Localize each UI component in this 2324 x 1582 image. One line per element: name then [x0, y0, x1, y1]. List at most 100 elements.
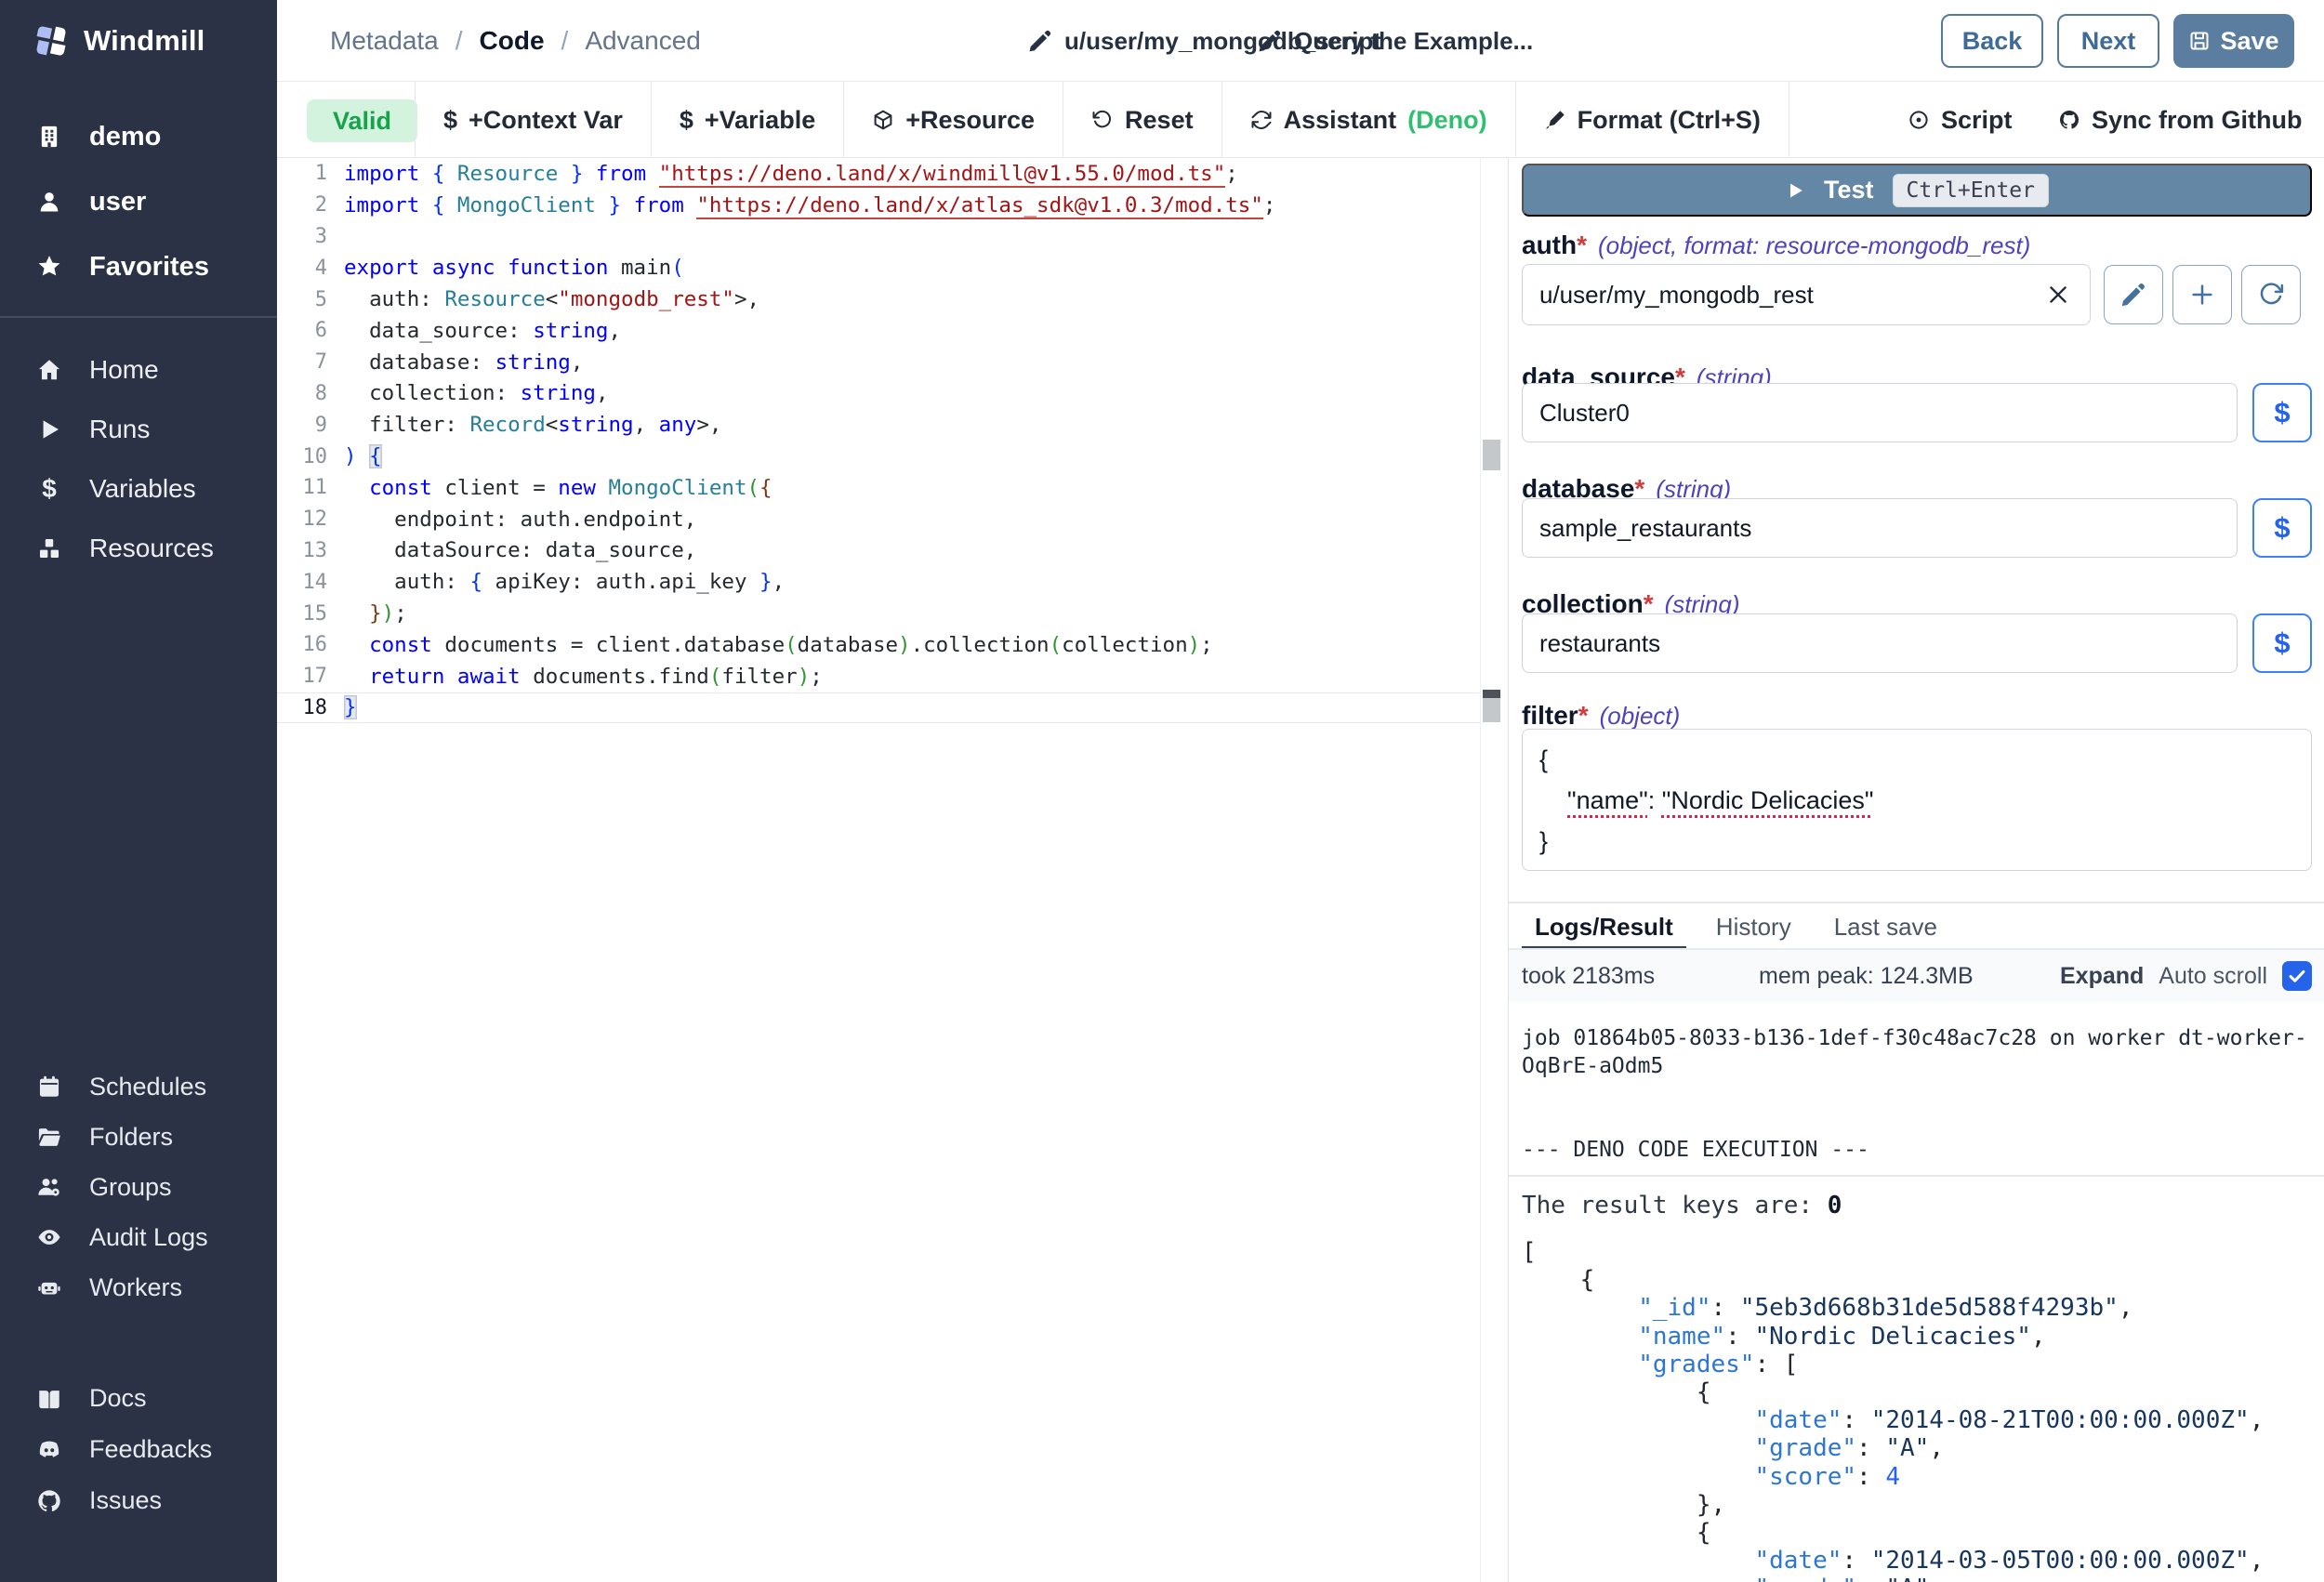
- data-source-var-picker-button[interactable]: $: [2252, 383, 2312, 442]
- data-source-value: Cluster0: [1539, 399, 2220, 428]
- editor-scrollbar[interactable]: [1480, 158, 1504, 1582]
- refresh-resource-button[interactable]: [2241, 265, 2301, 324]
- context-var-button[interactable]: $+Context Var: [415, 82, 651, 158]
- sidebar-item-docs[interactable]: Docs: [0, 1373, 277, 1424]
- toolbar-item-label: Sync from Github: [2092, 106, 2303, 135]
- floppy-icon: [2188, 30, 2211, 52]
- code-line: 1import { Resource } from "https://deno.…: [277, 158, 1508, 190]
- data-source-input[interactable]: Cluster0: [1522, 383, 2238, 442]
- script-kind-button[interactable]: Script: [1908, 82, 2013, 158]
- code-line: 7 database: string,: [277, 347, 1508, 378]
- sidebar-item-home[interactable]: Home: [0, 340, 277, 400]
- dollar-icon: $: [33, 474, 65, 504]
- scrollbar-thumb[interactable]: [1483, 440, 1500, 470]
- tab-logs-result[interactable]: Logs/Result: [1522, 907, 1686, 950]
- sidebar-item-schedules[interactable]: Schedules: [0, 1061, 277, 1112]
- line-number: 9: [277, 414, 327, 437]
- github-icon: [33, 1488, 65, 1514]
- code-line: 9 filter: Record<string, any>,: [277, 409, 1508, 441]
- sidebar-item-groups[interactable]: Groups: [0, 1162, 277, 1212]
- code-editor[interactable]: 1import { Resource } from "https://deno.…: [277, 158, 1508, 1582]
- sidebar-workspace-group: demo user Favorites: [0, 104, 277, 299]
- sidebar-item-variables[interactable]: $ Variables: [0, 459, 277, 519]
- play-icon: [33, 416, 65, 442]
- code-line: 13 dataSource: data_source,: [277, 535, 1508, 567]
- result-json-line: "grades": [: [1522, 1351, 2312, 1378]
- sidebar-item-folders[interactable]: Folders: [0, 1112, 277, 1162]
- sidebar-item-label: Workers: [89, 1273, 182, 1302]
- sidebar-nav-group: Home Runs $ Variables Resources: [0, 340, 277, 578]
- line-number: 12: [277, 508, 327, 531]
- next-button[interactable]: Next: [2057, 14, 2159, 68]
- sidebar-item-workers[interactable]: Workers: [0, 1262, 277, 1312]
- script-summary[interactable]: Query the Example...: [1257, 0, 1533, 82]
- brand[interactable]: Windmill: [0, 0, 277, 82]
- sidebar-item-runs[interactable]: Runs: [0, 400, 277, 459]
- sidebar-item-resources[interactable]: Resources: [0, 519, 277, 578]
- back-button[interactable]: Back: [1941, 14, 2043, 68]
- rotate-ccw-icon: [1091, 109, 1114, 131]
- reset-button[interactable]: Reset: [1063, 82, 1221, 158]
- sidebar-item-label: demo: [89, 122, 161, 152]
- format-ctrl-s-button[interactable]: Format (Ctrl+S): [1515, 82, 1789, 158]
- sidebar-item-label: Variables: [89, 474, 196, 504]
- tab-code[interactable]: Code: [480, 26, 545, 56]
- sidebar-item-label: Favorites: [89, 252, 209, 283]
- tab-history[interactable]: History: [1703, 907, 1804, 950]
- toolbar-item-label: Reset: [1125, 106, 1194, 135]
- refresh-icon: [1250, 109, 1273, 131]
- sidebar-item-label: Home: [89, 355, 159, 385]
- filter-json-editor[interactable]: { "name": "Nordic Delicacies" }: [1522, 729, 2312, 871]
- toolbar-item-label: +Context Var: [469, 106, 623, 135]
- run-panel: Test Ctrl+Enter auth* (object, format: r…: [1508, 158, 2324, 1582]
- windmill-logo-icon: [33, 23, 69, 59]
- target-icon: [1908, 109, 1930, 131]
- resource-button[interactable]: +Resource: [843, 82, 1063, 158]
- database-var-picker-button[interactable]: $: [2252, 498, 2312, 558]
- sidebar-item-user[interactable]: user: [0, 169, 277, 234]
- save-button[interactable]: Save: [2173, 14, 2294, 68]
- sidebar-item-label: Folders: [89, 1123, 173, 1152]
- boxes-icon: [33, 535, 65, 561]
- filter-json-open: {: [1539, 739, 2294, 780]
- dollar-icon: $: [680, 106, 693, 135]
- test-label: Test: [1824, 176, 1874, 204]
- brand-label: Windmill: [84, 24, 205, 58]
- code-line: 2import { MongoClient } from "https://de…: [277, 190, 1508, 221]
- code-line: 8 collection: string,: [277, 378, 1508, 410]
- tab-advanced[interactable]: Advanced: [585, 26, 701, 56]
- assistant-button[interactable]: Assistant(Deno): [1221, 82, 1515, 158]
- sidebar-item-issues[interactable]: Issues: [0, 1475, 277, 1526]
- building-icon: [33, 124, 65, 150]
- sidebar-item-feedbacks[interactable]: Feedbacks: [0, 1424, 277, 1475]
- auto-scroll-checkbox[interactable]: [2282, 961, 2312, 991]
- sidebar-item-demo[interactable]: demo: [0, 104, 277, 169]
- auto-scroll-label: Auto scroll: [2159, 963, 2267, 990]
- variable-button[interactable]: $+Variable: [651, 82, 843, 158]
- output-tabs: Logs/Result History Last save: [1522, 907, 1950, 950]
- toolbar-item-label: Script: [1941, 106, 2013, 135]
- collection-var-picker-button[interactable]: $: [2252, 613, 2312, 673]
- line-number: 13: [277, 539, 327, 562]
- auth-resource-input[interactable]: u/user/my_mongodb_rest: [1522, 264, 2091, 325]
- filter-json-close: }: [1539, 821, 2294, 862]
- sync-from-github-button[interactable]: Sync from Github: [2058, 82, 2303, 158]
- sidebar-item-audit-logs[interactable]: Audit Logs: [0, 1212, 277, 1262]
- database-input[interactable]: sample_restaurants: [1522, 498, 2238, 558]
- test-button[interactable]: Test Ctrl+Enter: [1522, 164, 2312, 217]
- sidebar-item-favorites[interactable]: Favorites: [0, 234, 277, 299]
- line-number: 16: [277, 633, 327, 656]
- line-number: 10: [277, 445, 327, 468]
- collection-input[interactable]: restaurants: [1522, 613, 2238, 673]
- sidebar-item-label: Issues: [89, 1486, 162, 1515]
- sidebar-item-label: Audit Logs: [89, 1223, 208, 1252]
- tab-last-save[interactable]: Last save: [1821, 907, 1950, 950]
- edit-resource-button[interactable]: [2104, 265, 2163, 324]
- valid-badge: Valid: [307, 99, 417, 142]
- add-resource-button[interactable]: [2172, 265, 2232, 324]
- expand-button[interactable]: Expand: [2060, 963, 2144, 990]
- code-line: 4export async function main(: [277, 252, 1508, 283]
- clear-icon[interactable]: [2045, 282, 2073, 308]
- auth-field-label: auth* (object, format: resource-mongodb_…: [1522, 231, 2030, 260]
- tab-metadata[interactable]: Metadata: [330, 26, 439, 56]
